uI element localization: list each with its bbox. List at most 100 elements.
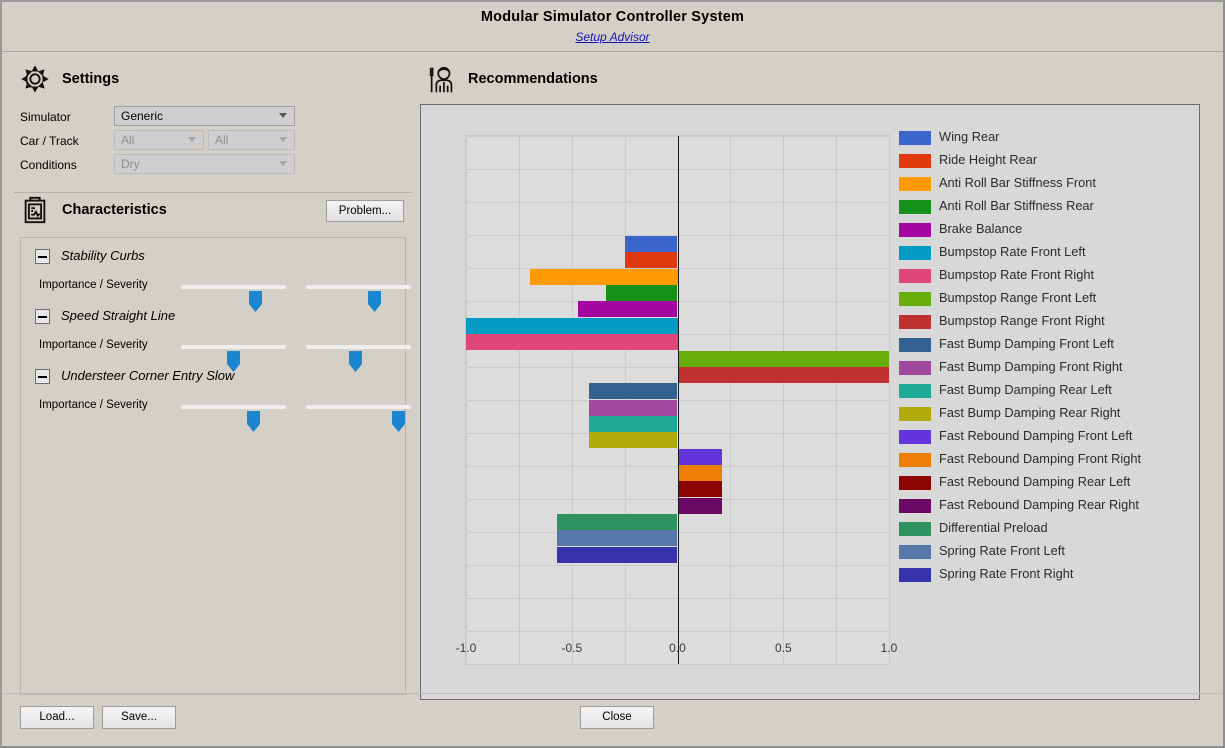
- chart-legend: Wing Rear Ride Height Rear Anti Roll Bar S…: [899, 127, 1195, 587]
- characteristic-title-row: Understeer Corner Entry Slow: [21, 364, 405, 390]
- characteristic-title: Understeer Corner Entry Slow: [61, 368, 235, 383]
- legend-item[interactable]: Fast Bump Damping Front Left: [899, 334, 1195, 357]
- characteristic-sliders: Importance / Severity: [21, 330, 411, 372]
- legend-label: Fast Rebound Damping Front Right: [939, 451, 1142, 466]
- legend-item[interactable]: Differential Preload: [899, 518, 1195, 541]
- collapse-icon[interactable]: [35, 249, 50, 264]
- characteristic-title-row: Speed Straight Line: [21, 304, 405, 330]
- chevron-down-icon: [279, 161, 288, 167]
- legend-item[interactable]: Ride Height Rear: [899, 150, 1195, 173]
- legend-item[interactable]: Bumpstop Rate Front Left: [899, 242, 1195, 265]
- legend-label: Ride Height Rear: [939, 152, 1038, 167]
- slider-label: Importance / Severity: [39, 339, 148, 351]
- legend-label: Fast Rebound Damping Rear Right: [939, 497, 1139, 512]
- field-row-car-track: Car / Track All All: [14, 130, 412, 154]
- load-button[interactable]: Load...: [20, 706, 94, 729]
- legend-label: Fast Rebound Damping Front Left: [939, 428, 1133, 443]
- legend-item[interactable]: Fast Rebound Damping Rear Right: [899, 495, 1195, 518]
- chart-bar: [677, 464, 722, 481]
- legend-label: Fast Bump Damping Front Right: [939, 359, 1123, 374]
- gear-icon: [20, 64, 54, 98]
- app-window: Modular Simulator Controller System Setu…: [0, 0, 1225, 748]
- legend-item[interactable]: Fast Bump Damping Rear Right: [899, 403, 1195, 426]
- legend-swatch: [899, 338, 931, 352]
- field-row-simulator: Simulator Generic: [14, 106, 412, 130]
- chart-bar: [466, 317, 678, 334]
- importance-slider-track[interactable]: [181, 285, 286, 312]
- legend-item[interactable]: Wing Rear: [899, 127, 1195, 150]
- legend-swatch: [899, 568, 931, 582]
- legend-label: Bumpstop Range Front Right: [939, 313, 1105, 328]
- legend-item[interactable]: Fast Rebound Damping Front Left: [899, 426, 1195, 449]
- legend-item[interactable]: Bumpstop Rate Front Right: [899, 265, 1195, 288]
- chart-gridline-v: [889, 136, 890, 664]
- chart-bar: [624, 236, 678, 252]
- legend-swatch: [899, 476, 931, 490]
- chart-bar: [588, 415, 678, 432]
- legend-swatch: [899, 200, 931, 214]
- legend-label: Brake Balance: [939, 221, 1023, 236]
- car-select[interactable]: All: [114, 130, 204, 150]
- legend-item[interactable]: Spring Rate Front Right: [899, 564, 1195, 587]
- importance-slider-thumb[interactable]: [247, 411, 260, 432]
- chart-bar: [588, 383, 678, 400]
- collapse-icon[interactable]: [35, 369, 50, 384]
- chart-bar: [605, 285, 678, 302]
- legend-swatch: [899, 545, 931, 559]
- simulator-select[interactable]: Generic: [114, 106, 295, 126]
- legend-label: Fast Bump Damping Rear Left: [939, 382, 1112, 397]
- legend-item[interactable]: Fast Rebound Damping Front Right: [899, 449, 1195, 472]
- chart-bar: [677, 350, 889, 367]
- severity-slider-track[interactable]: [306, 285, 411, 312]
- legend-label: Fast Rebound Damping Rear Left: [939, 474, 1131, 489]
- legend-label: Anti Roll Bar Stiffness Front: [939, 175, 1096, 190]
- importance-slider-track[interactable]: [181, 345, 286, 372]
- chart-zero-line: [677, 136, 680, 664]
- close-button[interactable]: Close: [580, 706, 654, 729]
- legend-item[interactable]: Spring Rate Front Left: [899, 541, 1195, 564]
- legend-swatch: [899, 269, 931, 283]
- legend-swatch: [899, 453, 931, 467]
- chevron-down-icon: [279, 113, 288, 119]
- chart-bar: [677, 497, 722, 514]
- severity-slider-track[interactable]: [306, 405, 411, 432]
- severity-slider-track[interactable]: [306, 345, 411, 372]
- slider-label: Importance / Severity: [39, 279, 148, 291]
- legend-swatch: [899, 223, 931, 237]
- legend-swatch: [899, 246, 931, 260]
- simulator-label: Simulator: [20, 110, 71, 124]
- chart-bar: [624, 252, 678, 269]
- problem-button[interactable]: Problem...: [326, 200, 404, 222]
- legend-label: Wing Rear: [939, 129, 1000, 144]
- importance-slider-track[interactable]: [181, 405, 286, 432]
- legend-item[interactable]: Fast Bump Damping Front Right: [899, 357, 1195, 380]
- setup-advisor-link[interactable]: Setup Advisor: [2, 30, 1223, 44]
- legend-label: Spring Rate Front Left: [939, 543, 1065, 558]
- legend-item[interactable]: Fast Bump Damping Rear Left: [899, 380, 1195, 403]
- save-button[interactable]: Save...: [102, 706, 176, 729]
- legend-swatch: [899, 384, 931, 398]
- characteristic-title-row: Stability Curbs: [21, 244, 405, 270]
- conditions-select[interactable]: Dry: [114, 154, 295, 174]
- track-select[interactable]: All: [208, 130, 295, 150]
- severity-slider-thumb[interactable]: [392, 411, 405, 432]
- legend-item[interactable]: Fast Rebound Damping Rear Left: [899, 472, 1195, 495]
- characteristic-item: Understeer Corner Entry Slow Importance …: [21, 364, 411, 432]
- collapse-icon[interactable]: [35, 309, 50, 324]
- characteristics-header: Characteristics Problem...: [14, 193, 412, 237]
- legend-swatch: [899, 522, 931, 536]
- legend-item[interactable]: Brake Balance: [899, 219, 1195, 242]
- track-value: All: [215, 133, 229, 147]
- settings-title: Settings: [62, 71, 120, 87]
- legend-item[interactable]: Anti Roll Bar Stiffness Front: [899, 173, 1195, 196]
- legend-item[interactable]: Bumpstop Range Front Right: [899, 311, 1195, 334]
- legend-swatch: [899, 407, 931, 421]
- legend-item[interactable]: Anti Roll Bar Stiffness Rear: [899, 196, 1195, 219]
- legend-swatch: [899, 430, 931, 444]
- chart-bar: [556, 530, 678, 547]
- chart-x-tick-label: 1.0: [880, 641, 898, 655]
- chart-bar: [578, 301, 678, 318]
- chart-bar: [529, 268, 678, 285]
- legend-item[interactable]: Bumpstop Range Front Left: [899, 288, 1195, 311]
- chart-bar: [556, 514, 678, 530]
